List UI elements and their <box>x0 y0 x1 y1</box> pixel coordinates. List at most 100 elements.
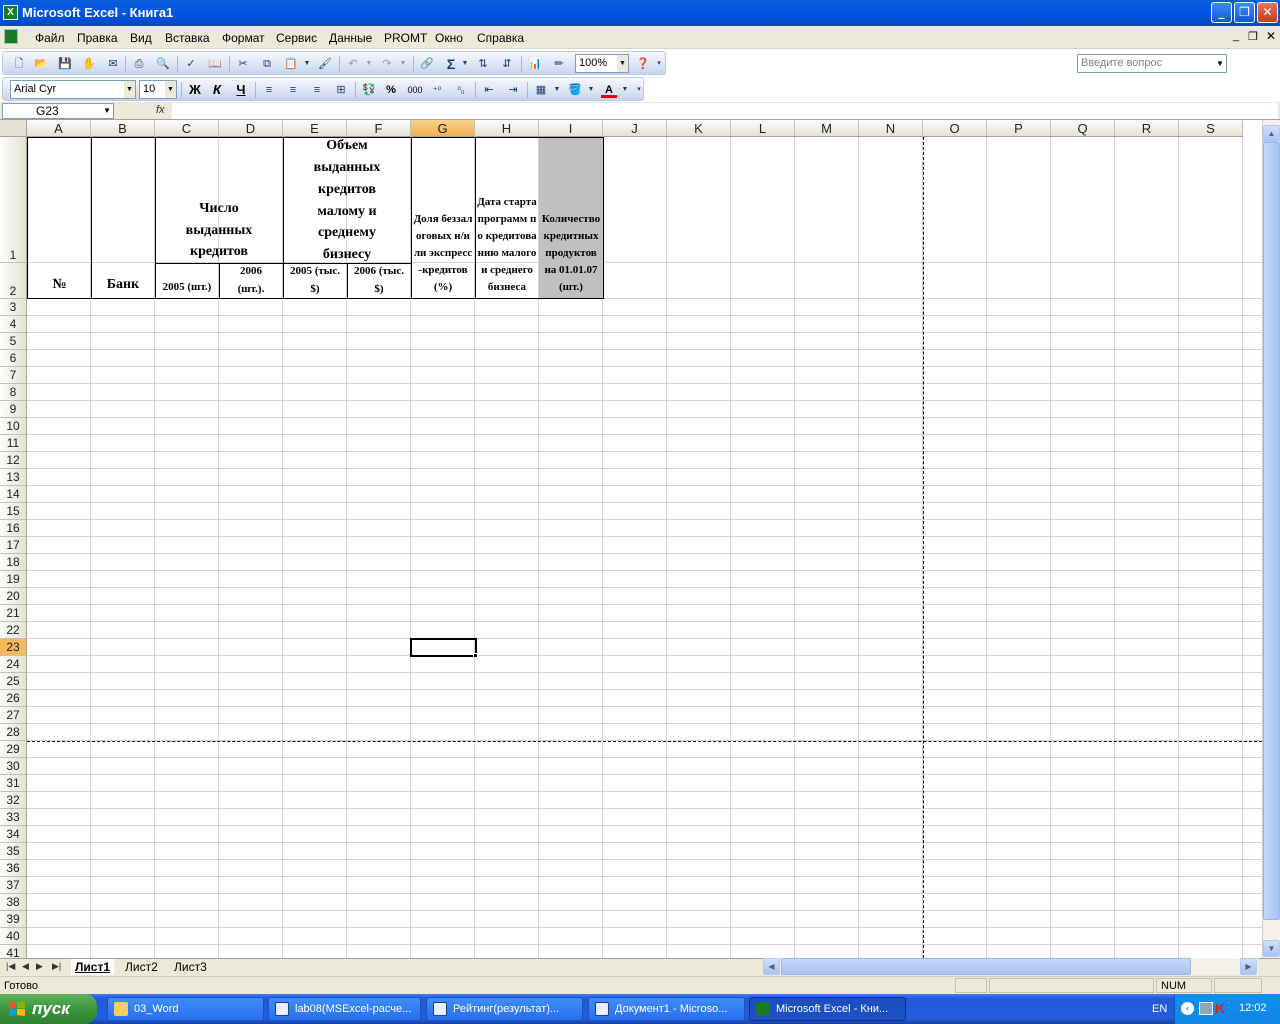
toolbar-options-icon[interactable]: ▾ <box>655 56 663 72</box>
taskbar-item-excel[interactable]: Microsoft Excel - Кни... <box>749 997 906 1021</box>
new-icon[interactable]: 🗋 <box>11 56 27 72</box>
horizontal-scrollbar[interactable]: ◀ ▶ <box>763 958 1258 975</box>
select-all-button[interactable] <box>0 120 27 137</box>
cell-C1-D1[interactable]: Число выданных кредитов <box>155 137 284 264</box>
row-header-24[interactable]: 24 <box>0 656 27 673</box>
scroll-right-icon[interactable]: ▶ <box>1240 958 1257 975</box>
row-header-26[interactable]: 26 <box>0 690 27 707</box>
column-header-i[interactable]: I <box>539 120 603 137</box>
row-header-25[interactable]: 25 <box>0 673 27 690</box>
cell-I1-I2[interactable]: Количество кредитных продуктов на 01.01.… <box>539 137 604 299</box>
bold-button[interactable]: Ж <box>187 82 203 98</box>
network-icon[interactable] <box>1199 1002 1213 1015</box>
align-right-icon[interactable]: ≡ <box>309 82 325 98</box>
taskbar-item-lab08[interactable]: lab08(MSExcel-расче... <box>268 997 421 1021</box>
scroll-left-icon[interactable]: ◀ <box>763 958 780 975</box>
column-header-m[interactable]: M <box>795 120 859 137</box>
minimize-button[interactable]: _ <box>1211 2 1232 23</box>
close-button[interactable]: ✕ <box>1257 2 1278 23</box>
chevron-down-icon[interactable]: ▼ <box>621 82 629 98</box>
doc-restore-button[interactable]: ❐ <box>1248 30 1258 43</box>
undo-icon[interactable]: ↶ <box>345 56 361 72</box>
menu-view[interactable]: Вид <box>130 31 152 45</box>
column-header-o[interactable]: O <box>923 120 987 137</box>
row-header-32[interactable]: 32 <box>0 792 27 809</box>
name-box[interactable]: G23 ▼ <box>2 103 114 119</box>
toolbar-options-icon[interactable]: ▾ <box>635 82 643 98</box>
column-header-h[interactable]: H <box>475 120 539 137</box>
fill-color-icon[interactable]: 🪣 <box>567 82 583 98</box>
chevron-down-icon[interactable]: ▼ <box>365 56 373 72</box>
cell-E1-F1[interactable]: Объем выданных кредитов малому и среднем… <box>283 137 412 264</box>
row-header-33[interactable]: 33 <box>0 809 27 826</box>
column-header-p[interactable]: P <box>987 120 1051 137</box>
cell-C2[interactable]: 2005 (шт.) <box>155 263 220 299</box>
row-header-18[interactable]: 18 <box>0 554 27 571</box>
borders-icon[interactable]: ▦ <box>533 82 549 98</box>
first-sheet-icon[interactable]: |◀ <box>6 961 15 972</box>
autosum-icon[interactable]: Σ <box>443 56 459 72</box>
thousands-button[interactable]: 000 <box>405 82 425 98</box>
row-header-13[interactable]: 13 <box>0 469 27 486</box>
row-header-28[interactable]: 28 <box>0 724 27 741</box>
row-header-40[interactable]: 40 <box>0 928 27 945</box>
font-name-select[interactable]: Arial Cyr ▼ <box>10 80 136 99</box>
row-header-17[interactable]: 17 <box>0 537 27 554</box>
column-header-e[interactable]: E <box>283 120 347 137</box>
column-header-r[interactable]: R <box>1115 120 1179 137</box>
chevron-down-icon[interactable]: ▼ <box>461 56 469 72</box>
insert-function-button[interactable]: fx <box>156 104 165 116</box>
row-header-5[interactable]: 5 <box>0 333 27 350</box>
permission-icon[interactable]: ✋ <box>81 56 97 72</box>
column-header-s[interactable]: S <box>1179 120 1243 137</box>
align-left-icon[interactable]: ≡ <box>261 82 277 98</box>
menu-format[interactable]: Формат <box>222 31 265 45</box>
increase-indent-icon[interactable]: ⇥ <box>505 82 521 98</box>
print-preview-icon[interactable]: 🔍 <box>155 56 171 72</box>
column-header-q[interactable]: Q <box>1051 120 1115 137</box>
align-center-icon[interactable]: ≡ <box>285 82 301 98</box>
chevron-down-icon[interactable]: ▼ <box>617 55 628 72</box>
row-header-21[interactable]: 21 <box>0 605 27 622</box>
row-header-37[interactable]: 37 <box>0 877 27 894</box>
row-header-20[interactable]: 20 <box>0 588 27 605</box>
row-header-1[interactable]: 1 <box>0 137 27 263</box>
scroll-up-icon[interactable]: ▲ <box>1263 125 1280 142</box>
cell-E2[interactable]: 2005 (тыс. $) <box>283 263 348 299</box>
chevron-down-icon[interactable]: ▼ <box>103 104 111 118</box>
row-header-6[interactable]: 6 <box>0 350 27 367</box>
row-header-35[interactable]: 35 <box>0 843 27 860</box>
chevron-down-icon[interactable]: ▼ <box>587 82 595 98</box>
row-header-34[interactable]: 34 <box>0 826 27 843</box>
menu-file[interactable]: Файл <box>35 31 65 45</box>
taskbar-item-word-folder[interactable]: 03_Word <box>107 997 264 1021</box>
column-header-b[interactable]: B <box>91 120 155 137</box>
column-header-f[interactable]: F <box>347 120 411 137</box>
row-header-31[interactable]: 31 <box>0 775 27 792</box>
row-header-16[interactable]: 16 <box>0 520 27 537</box>
row-header-15[interactable]: 15 <box>0 503 27 520</box>
row-header-10[interactable]: 10 <box>0 418 27 435</box>
taskbar-item-document1[interactable]: Документ1 - Microso... <box>588 997 745 1021</box>
spreadsheet-grid[interactable]: ABCDEFGHIJKLMNOPQRS 1 2 3 4 5 6 7 8 9 10 11 12 13 14 1… <box>0 120 1262 958</box>
chevron-down-icon[interactable]: ▼ <box>1214 55 1226 72</box>
menu-edit[interactable]: Правка <box>77 31 118 45</box>
sort-ascending-icon[interactable]: ⇅ <box>475 56 491 72</box>
column-header-j[interactable]: J <box>603 120 667 137</box>
sheet-tab-2[interactable]: Лист2 <box>121 959 162 975</box>
chart-wizard-icon[interactable]: 📊 <box>527 56 543 72</box>
menu-data[interactable]: Данные <box>329 31 372 45</box>
chevron-down-icon[interactable]: ▼ <box>165 81 176 98</box>
row-header-2[interactable]: 2 <box>0 263 27 299</box>
column-header-k[interactable]: K <box>667 120 731 137</box>
font-color-icon[interactable]: A <box>601 82 617 98</box>
fill-handle[interactable] <box>473 653 478 658</box>
cell-B1-B2[interactable]: Банк <box>91 137 156 299</box>
column-header-n[interactable]: N <box>859 120 923 137</box>
cut-icon[interactable]: ✂ <box>235 56 251 72</box>
row-header-12[interactable]: 12 <box>0 452 27 469</box>
italic-button[interactable]: К <box>209 82 225 98</box>
doc-close-button[interactable]: ✕ <box>1266 29 1276 43</box>
menu-insert[interactable]: Вставка <box>165 31 210 45</box>
restore-button[interactable]: ❐ <box>1234 2 1255 23</box>
